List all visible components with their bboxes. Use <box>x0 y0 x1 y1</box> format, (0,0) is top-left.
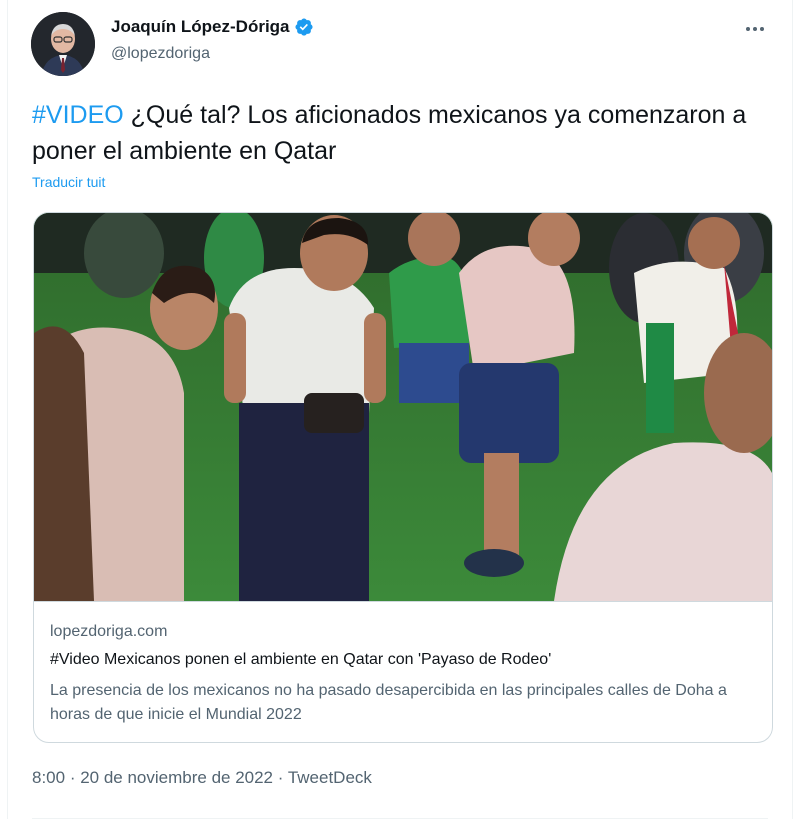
meta-separator: · <box>273 768 288 787</box>
meta-separator: · <box>65 768 81 787</box>
author-avatar[interactable] <box>31 12 95 76</box>
verified-badge-icon <box>294 18 313 36</box>
more-dot-icon <box>760 27 764 31</box>
author-name[interactable]: Joaquín López-Dóriga <box>111 17 314 37</box>
card-description: La presencia de los mexicanos no ha pasa… <box>50 682 727 723</box>
tweet: Joaquín López-Dóriga @lopezdoriga #VIDEO… <box>7 0 793 819</box>
tweet-meta: 8:00 · 20 de noviembre de 2022 · TweetDe… <box>32 768 372 788</box>
avatar-portrait-icon <box>31 12 95 76</box>
card-image[interactable] <box>34 213 772 601</box>
tweet-time[interactable]: 8:00 <box>32 768 65 787</box>
more-options-button[interactable] <box>740 14 770 44</box>
tweet-text: #VIDEO ¿Qué tal? Los aficionados mexican… <box>32 97 752 169</box>
translate-tweet-link[interactable]: Traducir tuit <box>32 174 105 190</box>
fans-celebrating-image <box>34 213 772 601</box>
link-card[interactable]: lopezdoriga.com #Video Mexicanos ponen e… <box>33 212 773 743</box>
tweet-source[interactable]: TweetDeck <box>288 768 372 787</box>
tweet-date[interactable]: 20 de noviembre de 2022 <box>80 768 273 787</box>
tweet-body: ¿Qué tal? Los aficionados mexicanos ya c… <box>32 101 747 165</box>
more-dot-icon <box>746 27 750 31</box>
more-dot-icon <box>753 27 757 31</box>
hashtag-link[interactable]: #VIDEO <box>32 101 124 129</box>
card-title: #Video Mexicanos ponen el ambiente en Qa… <box>50 651 552 668</box>
author-name-text: Joaquín López-Dóriga <box>111 17 290 36</box>
card-text[interactable]: lopezdoriga.com #Video Mexicanos ponen e… <box>34 601 772 742</box>
card-domain: lopezdoriga.com <box>50 623 168 640</box>
author-handle[interactable]: @lopezdoriga <box>111 45 210 63</box>
